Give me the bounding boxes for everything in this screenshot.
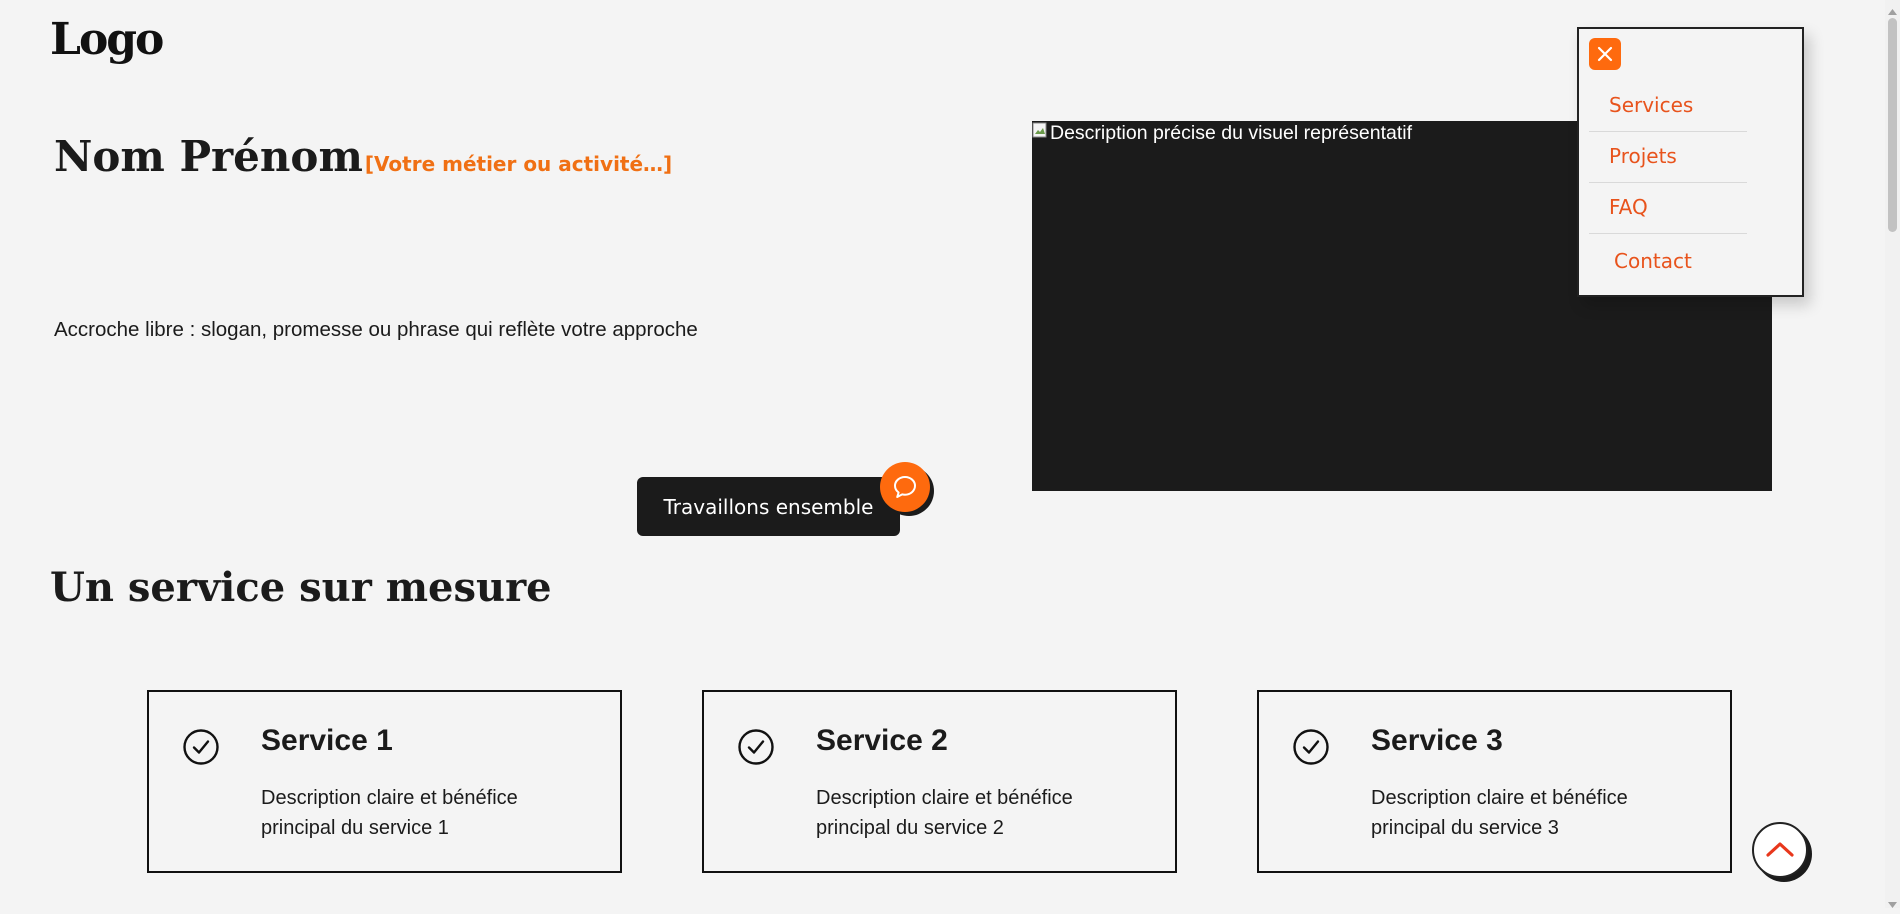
service-card-1: Service 1 Description claire et bénéfice…	[147, 690, 622, 873]
chat-bubble-icon[interactable]	[880, 462, 930, 512]
check-circle-icon	[1292, 728, 1330, 771]
hero-image-alt: Description précise du visuel représenta…	[1032, 121, 1412, 145]
service-title: Service 1	[261, 724, 393, 757]
scrollbar-thumb[interactable]	[1888, 18, 1897, 232]
hero-image-alt-text: Description précise du visuel représenta…	[1050, 121, 1413, 144]
broken-image-icon	[1032, 121, 1048, 145]
check-circle-icon	[182, 728, 220, 771]
service-desc: Description claire et bénéfice principal…	[261, 787, 518, 839]
check-circle-icon	[737, 728, 775, 771]
logo[interactable]: Logo	[50, 14, 164, 65]
nav-list: Services Projets FAQ Contact	[1589, 81, 1747, 284]
hero-job: [Votre métier ou activité…]	[364, 152, 673, 176]
service-desc: Description claire et bénéfice principal…	[816, 787, 1073, 839]
chevron-up-icon	[1765, 839, 1795, 862]
nav-item-faq[interactable]: FAQ	[1589, 183, 1747, 234]
service-title: Service 3	[1371, 724, 1503, 757]
nav-item-services[interactable]: Services	[1589, 81, 1747, 132]
service-desc: Description claire et bénéfice principal…	[1371, 787, 1628, 839]
cta-label: Travaillons ensemble	[663, 494, 874, 519]
services-title: Un service sur mesure	[50, 564, 552, 611]
nav-menu: Services Projets FAQ Contact	[1577, 27, 1804, 297]
hero-name: Nom Prénom	[54, 132, 363, 181]
service-title: Service 2	[816, 724, 948, 757]
hero-title: Nom Prénom [Votre métier ou activité…]	[54, 132, 672, 181]
hero-tagline: Accroche libre : slogan, promesse ou phr…	[54, 318, 698, 341]
scroll-down-arrow-icon[interactable]	[1887, 896, 1898, 914]
nav-item-contact[interactable]: Contact	[1589, 234, 1747, 284]
service-card-2: Service 2 Description claire et bénéfice…	[702, 690, 1177, 873]
scroll-top-button[interactable]	[1752, 822, 1808, 878]
cta-button[interactable]: Travaillons ensemble	[637, 477, 900, 536]
close-icon[interactable]	[1589, 38, 1621, 70]
nav-item-projets[interactable]: Projets	[1589, 132, 1747, 183]
service-card-3: Service 3 Description claire et bénéfice…	[1257, 690, 1732, 873]
